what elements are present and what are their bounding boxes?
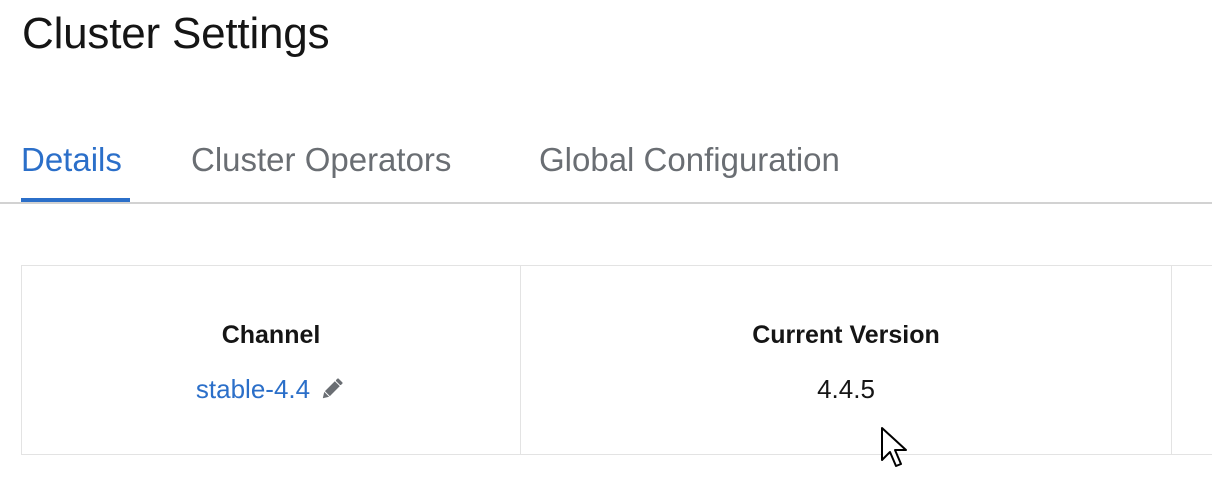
current-version-label: Current Version <box>752 321 940 349</box>
tab-global-configuration[interactable]: Global Configuration <box>539 140 840 180</box>
card-section-overflow <box>1172 266 1212 454</box>
tab-details[interactable]: Details <box>21 140 122 180</box>
pencil-icon[interactable] <box>318 375 346 403</box>
details-card: Channel stable-4.4 Current Version 4.4.5 <box>21 265 1212 455</box>
current-version-value-row: 4.4.5 <box>521 373 1171 405</box>
active-tab-indicator <box>21 198 130 202</box>
current-version-value: 4.4.5 <box>817 374 875 404</box>
current-version-section: Current Version 4.4.5 <box>521 266 1172 454</box>
channel-link[interactable]: stable-4.4 <box>196 373 310 405</box>
page-title: Cluster Settings <box>22 9 330 58</box>
pencil-icon-svg <box>322 378 343 399</box>
channel-label: Channel <box>221 321 321 349</box>
tab-cluster-operators[interactable]: Cluster Operators <box>191 140 451 180</box>
tab-bar: Details Cluster Operators Global Configu… <box>0 120 1212 204</box>
channel-section: Channel stable-4.4 <box>22 266 521 454</box>
channel-value-row: stable-4.4 <box>22 373 520 405</box>
